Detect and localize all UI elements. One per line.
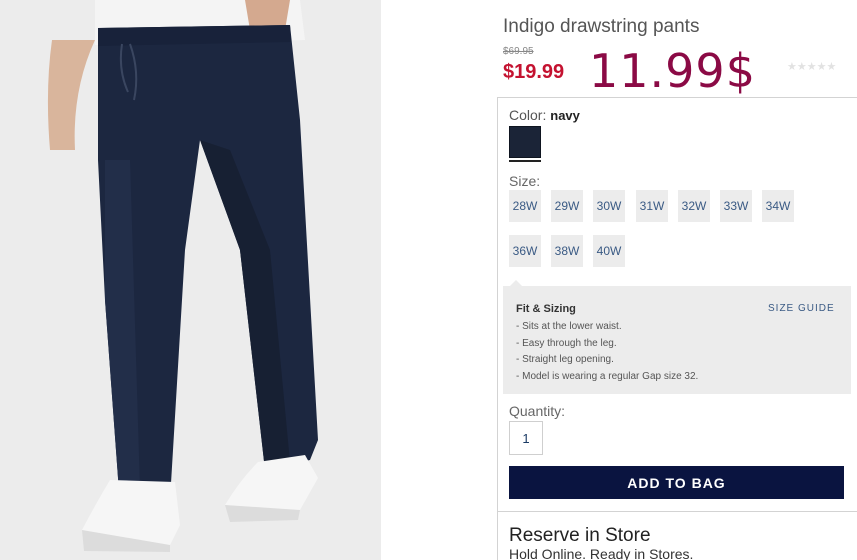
size-option-34w[interactable]: 34W	[762, 190, 794, 222]
product-title: Indigo drawstring pants	[503, 16, 700, 37]
fit-sizing-title: Fit & Sizing	[516, 303, 576, 315]
size-option-36w[interactable]: 36W	[509, 235, 541, 267]
size-option-29w[interactable]: 29W	[551, 190, 583, 222]
size-option-31w[interactable]: 31W	[636, 190, 668, 222]
selected-color-name: navy	[550, 108, 580, 123]
size-option-33w[interactable]: 33W	[720, 190, 752, 222]
quantity-input[interactable]: 1	[509, 421, 543, 455]
fit-item: - Easy through the leg.	[516, 337, 617, 349]
color-label-text: Color:	[509, 107, 547, 123]
panel-border	[497, 511, 498, 560]
sale-price: $19.99	[503, 61, 565, 83]
reserve-in-store-title[interactable]: Reserve in Store	[509, 525, 651, 547]
color-label: Color: navy	[509, 107, 580, 123]
panel-divider	[497, 511, 857, 512]
original-price: $69.95	[503, 46, 534, 57]
size-label: Size:	[509, 173, 541, 189]
fit-item: - Model is wearing a regular Gap size 32…	[516, 370, 699, 382]
size-guide-link[interactable]: SIZE GUIDE	[768, 303, 835, 314]
fit-sizing-list: - Sits at the lower waist. - Easy throug…	[516, 319, 698, 385]
swatch-selected-indicator	[509, 160, 541, 162]
rating-stars[interactable]: ★★★★★	[787, 60, 836, 73]
fit-item: - Straight leg opening.	[516, 354, 614, 365]
overlay-price-annotation: 11.99$	[589, 44, 756, 98]
size-option-40w[interactable]: 40W	[593, 235, 625, 267]
quantity-label: Quantity:	[509, 403, 566, 419]
fit-item: - Sits at the lower waist.	[516, 321, 622, 332]
size-option-32w[interactable]: 32W	[678, 190, 710, 222]
size-option-38w[interactable]: 38W	[551, 235, 583, 267]
reserve-in-store-subtitle: Hold Online. Ready in Stores.	[509, 546, 694, 560]
add-to-bag-button[interactable]: ADD TO BAG	[509, 466, 844, 499]
size-option-28w[interactable]: 28W	[509, 190, 541, 222]
product-image	[0, 0, 381, 560]
color-swatch-navy[interactable]	[509, 126, 541, 158]
size-option-30w[interactable]: 30W	[593, 190, 625, 222]
